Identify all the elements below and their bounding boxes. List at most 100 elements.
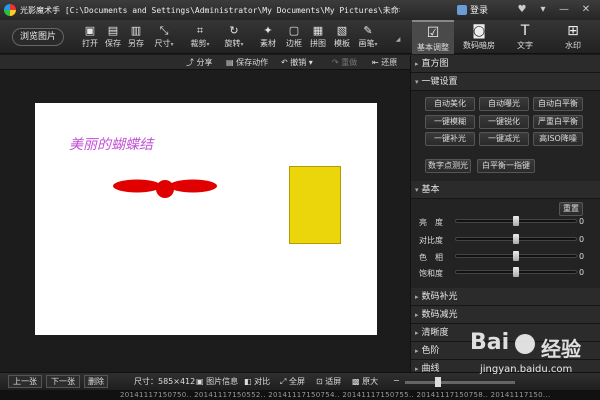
minimize-icon[interactable]: — — [556, 2, 572, 18]
redo-button[interactable]: ↷ 重做 — [332, 57, 357, 68]
brush-button[interactable]: ✎ 画笔▾ — [356, 24, 380, 49]
reset-button[interactable]: 重置 — [559, 202, 583, 216]
tab-watermark[interactable]: ⊞ 水印 — [550, 20, 596, 54]
save-as-button[interactable]: ▥ 另存 — [124, 24, 148, 49]
template-icon: ▧ — [336, 24, 348, 37]
collapsed-arrow-icon: ▸ — [415, 347, 419, 355]
section-histogram[interactable]: ▸ 直方图 — [411, 55, 600, 73]
yellow-rectangle — [289, 166, 341, 244]
hue-value: 0 — [579, 252, 585, 261]
reduce-light-button[interactable]: 一键减光 — [479, 132, 529, 146]
login-button[interactable]: 登录 — [457, 3, 488, 16]
photo[interactable]: 美丽的蝴蝶结 — [35, 103, 377, 335]
crop-icon: ⌗ — [196, 24, 204, 37]
save-as-icon: ▥ — [130, 24, 142, 37]
share-button[interactable]: ⤴ 分享 — [186, 57, 213, 68]
one-click-sharpen-button[interactable]: 一键锐化 — [479, 115, 529, 129]
one-click-blur-button[interactable]: 一键模糊 — [425, 115, 475, 129]
restore-button[interactable]: ⇤ 还原 — [372, 57, 397, 68]
tab-digital-darkroom[interactable]: ◙ 数码暗房 — [458, 20, 500, 54]
contrast-slider[interactable] — [455, 234, 577, 244]
section-digital-reduce-light[interactable]: ▸ 数码减光 — [411, 306, 600, 324]
high-iso-denoise-button[interactable]: 高ISO降噪 — [533, 132, 583, 146]
brightness-label: 亮 度 — [419, 218, 443, 227]
hue-slider[interactable] — [455, 251, 577, 261]
rotate-icon: ↻ — [229, 24, 239, 37]
fullscreen-button[interactable]: ⤢ 全屏 — [280, 376, 305, 387]
auto-white-balance-button[interactable]: 自动白平衡 — [533, 97, 583, 111]
border-button[interactable]: ▢ 边框 — [282, 24, 306, 49]
watermark-jingyan: 经验 — [541, 337, 581, 361]
section-basic[interactable]: ▾ 基本 — [411, 181, 600, 199]
undo-dropdown-icon: ▾ — [308, 58, 313, 67]
contrast-label: 对比度 — [419, 236, 443, 245]
fit-screen-icon: ⊡ — [316, 377, 323, 386]
prev-image-button[interactable]: 上一张 — [8, 375, 42, 388]
zoom-slider-thumb[interactable] — [435, 377, 441, 387]
delete-button[interactable]: 删除 — [84, 375, 108, 388]
template-button[interactable]: ▧ 模板 — [330, 24, 354, 49]
save-action-button[interactable]: ▤ 保存动作 — [226, 57, 268, 68]
fill-light-button[interactable]: 一键补光 — [425, 132, 475, 146]
save-button[interactable]: ▤ 保存 — [101, 24, 125, 49]
filmstrip-filenames: 20141117150750.. 20141117150552.. 201411… — [120, 391, 551, 399]
saturation-slider-thumb[interactable] — [513, 267, 519, 277]
crop-button[interactable]: ⌗ 裁剪▾ — [188, 24, 212, 49]
menu-icon[interactable]: ▾ — [535, 2, 551, 18]
paw-icon — [515, 334, 535, 354]
save-icon: ▤ — [107, 24, 119, 37]
zoom-out-icon[interactable]: − — [393, 376, 400, 385]
adjust-icon: ☑ — [426, 25, 440, 41]
section-digital-fill-light[interactable]: ▸ 数码补光 — [411, 288, 600, 306]
close-icon[interactable]: ✕ — [578, 2, 594, 18]
strong-white-balance-button[interactable]: 严重白平衡 — [533, 115, 583, 129]
resize-button[interactable]: ⤡ 尺寸▾ — [152, 24, 176, 49]
baidu-jingyan-watermark: Bai 经验 jingyan.baidu.com — [470, 330, 590, 388]
contrast-slider-thumb[interactable] — [513, 234, 519, 244]
undo-icon: ↶ — [281, 58, 288, 67]
title-bar: 光影魔术手 [C:\Documents and Settings\Adminis… — [0, 0, 600, 20]
saturation-value: 0 — [579, 268, 585, 277]
spot-metering-button[interactable]: 数字点测光 — [425, 159, 471, 173]
filmstrip[interactable]: 20141117150750.. 20141117150552.. 201411… — [0, 390, 600, 400]
browse-images-button[interactable]: 浏览图片 — [12, 28, 64, 46]
fullscreen-icon: ⤢ — [280, 377, 287, 386]
fit-screen-button[interactable]: ⊡ 适屏 — [316, 376, 341, 387]
material-icon: ✦ — [263, 24, 273, 37]
white-balance-picker-button[interactable]: 白平衡一指键 — [477, 159, 535, 173]
open-icon: ▣ — [84, 24, 96, 37]
image-info-button[interactable]: ▣ 图片信息 — [196, 376, 238, 387]
brightness-slider-thumb[interactable] — [513, 216, 519, 226]
next-image-button[interactable]: 下一张 — [46, 375, 80, 388]
hue-label: 色 相 — [419, 253, 443, 262]
skin-icon[interactable]: ♥ — [514, 2, 530, 18]
more-tools-icon[interactable]: ◢ — [386, 34, 410, 43]
tab-basic-adjust[interactable]: ☑ 基本调整 — [412, 20, 454, 54]
brightness-slider[interactable] — [455, 216, 577, 226]
tab-text[interactable]: T 文字 — [504, 20, 546, 54]
open-button[interactable]: ▣ 打开 — [78, 24, 102, 49]
hue-slider-thumb[interactable] — [513, 251, 519, 261]
image-canvas[interactable]: 美丽的蝴蝶结 — [0, 70, 410, 372]
original-size-button[interactable]: ▩ 原大 — [352, 376, 378, 387]
info-icon: ▣ — [196, 377, 204, 386]
auto-beautify-button[interactable]: 自动美化 — [425, 97, 475, 111]
image-size-text: 尺寸：585×412 — [134, 377, 196, 386]
collapsed-arrow-icon: ▸ — [415, 365, 419, 372]
adjust-panel: ▸ 直方图 ▾ 一键设置 自动美化 自动曝光 自动白平衡 一键模糊 一键锐化 严重白… — [410, 55, 600, 372]
undo-button[interactable]: ↶ 撤销 ▾ — [281, 57, 313, 68]
saturation-slider[interactable] — [455, 267, 577, 277]
material-button[interactable]: ✦ 素材 — [256, 24, 280, 49]
auto-exposure-button[interactable]: 自动曝光 — [479, 97, 529, 111]
section-one-click[interactable]: ▾ 一键设置 — [411, 73, 600, 91]
compare-button[interactable]: ◧ 对比 — [244, 376, 270, 387]
window-title: 光影魔术手 [C:\Documents and Settings\Adminis… — [20, 5, 400, 15]
rotate-button[interactable]: ↻ 旋转▾ — [222, 24, 246, 49]
sub-toolbar: ⤴ 分享 ▤ 保存动作 ↶ 撤销 ▾ ↷ 重做 ⇤ 还原 — [0, 55, 410, 70]
expanded-arrow-icon: ▾ — [415, 186, 419, 194]
collage-button[interactable]: ▦ 拼图 — [306, 24, 330, 49]
saturation-label: 饱和度 — [419, 269, 443, 278]
image-caption: 美丽的蝴蝶结 — [69, 137, 153, 153]
collapsed-arrow-icon: ▸ — [415, 311, 419, 319]
text-icon: T — [520, 23, 530, 39]
